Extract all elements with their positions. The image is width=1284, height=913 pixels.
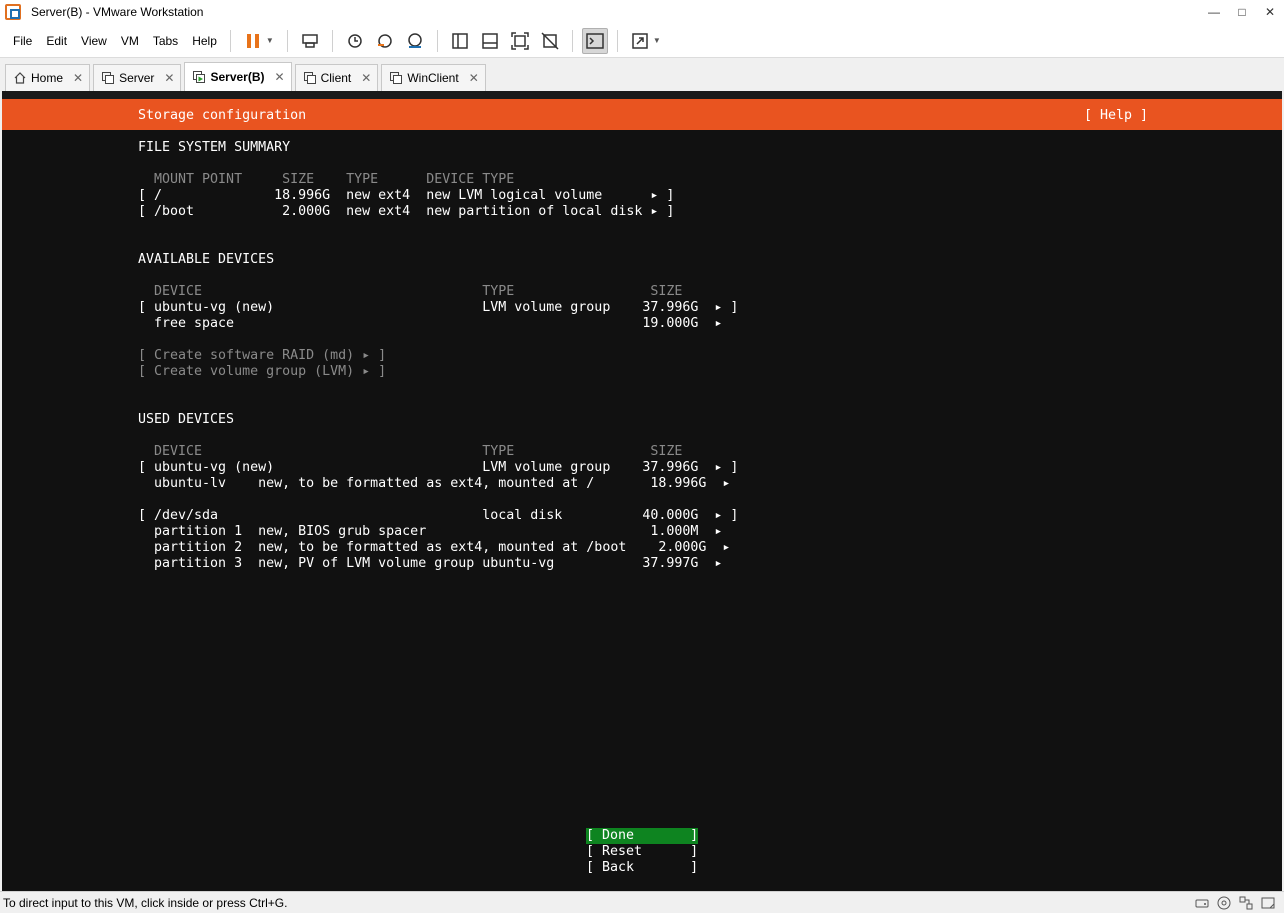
vm-icon [389,71,403,85]
running-vm-icon [192,70,206,84]
window-controls: — □ ✕ [1200,0,1284,24]
power-dropdown-icon[interactable]: ▼ [266,36,276,45]
used-row-ubuntu-lv[interactable]: ubuntu-lv new, to be formatted as ext4, … [138,476,730,492]
fs-summary-columns: MOUNT POINT SIZE TYPE DEVICE TYPE [138,172,515,187]
device-status-icons [1194,895,1276,911]
toolbar-separator [616,29,618,52]
available-row-ubuntu-vg[interactable]: [ ubuntu-vg (new) LVM volume group 37.99… [138,300,738,316]
toolbar-separator [286,29,288,52]
library-view-icon[interactable] [447,28,473,54]
revert-snapshot-icon[interactable] [372,28,398,54]
thumbnail-view-icon[interactable] [477,28,503,54]
toolbar-separator [436,29,438,52]
send-ctrl-alt-del-icon[interactable] [297,28,323,54]
toolbar-separator [331,29,333,52]
used-row-dev-sda[interactable]: [ /dev/sda local disk 40.000G ▸ ] [138,508,738,524]
tab-label: Server [119,71,155,85]
close-icon[interactable]: ✕ [1256,0,1284,24]
create-volume-group-button[interactable]: [ Create volume group (LVM) ▸ ] [138,364,386,380]
done-button[interactable]: [ Done ] [586,828,699,844]
menu-view[interactable]: View [75,34,113,48]
status-bar: To direct input to this VM, click inside… [0,891,1284,913]
vmware-logo-icon [5,4,21,20]
hard-disk-icon[interactable] [1194,895,1210,911]
installer-screen: Storage configuration [ Help ] FILE SYST… [2,99,1282,891]
menu-tabs[interactable]: Tabs [147,34,184,48]
fs-row-boot[interactable]: [ /boot 2.000G new ext4 new partition of… [138,204,674,220]
back-button[interactable]: [ Back ] [586,860,698,876]
available-devices-heading: AVAILABLE DEVICES [138,252,275,267]
used-row-partition-3[interactable]: partition 3 new, PV of LVM volume group … [138,556,722,572]
tab-server-b[interactable]: Server(B) ✕ [184,62,292,91]
fs-row-root[interactable]: [ / 18.996G new ext4 new LVM logical vol… [138,188,674,204]
unity-icon[interactable] [537,28,563,54]
available-row-free-space[interactable]: free space 19.000G ▸ [138,316,722,332]
toolbar-separator [571,29,573,52]
vm-tab-bar: Home ✕ Server ✕ Server(B) ✕ Client ✕ Win… [0,59,1284,91]
console-view-icon[interactable] [581,27,608,54]
home-icon [13,71,27,85]
menu-file[interactable]: File [7,34,38,48]
tab-server[interactable]: Server ✕ [93,64,182,91]
tab-home[interactable]: Home ✕ [5,64,91,91]
vm-console[interactable]: Storage configuration [ Help ] FILE SYST… [2,91,1282,891]
reset-button[interactable]: [ Reset ] [586,844,698,860]
close-tab-icon[interactable]: ✕ [469,71,479,85]
tab-winclient[interactable]: WinClient ✕ [381,64,486,91]
menu-help[interactable]: Help [186,34,223,48]
tab-label: WinClient [407,71,459,85]
full-screen-icon[interactable] [507,28,533,54]
snapshot-icon[interactable] [342,28,368,54]
close-tab-icon[interactable]: ✕ [361,71,371,85]
snapshot-manager-icon[interactable] [402,28,428,54]
menu-toolbar: File Edit View VM Tabs Help ▼ ▼ [0,24,1284,58]
vm-icon [101,71,115,85]
stretch-dropdown-icon[interactable]: ▼ [653,36,663,45]
close-tab-icon[interactable]: ✕ [73,71,83,85]
cd-dvd-icon[interactable] [1216,895,1232,911]
help-button[interactable]: [ Help ] [1084,108,1148,124]
tab-label: Client [320,71,352,85]
close-tab-icon[interactable]: ✕ [275,70,285,84]
used-row-ubuntu-vg[interactable]: [ ubuntu-vg (new) LVM volume group 37.99… [138,460,738,476]
toolbar-separator [229,29,231,52]
network-adapter-icon[interactable] [1238,895,1254,911]
title-bar: Server(B) - VMware Workstation — □ ✕ [0,0,1284,24]
tab-label: Home [31,71,64,85]
available-columns: DEVICE TYPE SIZE [138,284,683,299]
pause-icon[interactable] [240,28,266,54]
message-icon[interactable] [1260,895,1276,911]
vm-icon [303,71,317,85]
tab-client[interactable]: Client ✕ [294,64,379,91]
menu-vm[interactable]: VM [115,34,145,48]
window-title: Server(B) - VMware Workstation [31,5,204,19]
minimize-icon[interactable]: — [1200,0,1228,24]
menu-edit[interactable]: Edit [40,34,73,48]
used-row-partition-1[interactable]: partition 1 new, BIOS grub spacer 1.000M… [138,524,722,540]
maximize-icon[interactable]: □ [1228,0,1256,24]
used-columns: DEVICE TYPE SIZE [138,444,683,459]
used-row-partition-2[interactable]: partition 2 new, to be formatted as ext4… [138,540,730,556]
fs-summary-heading: FILE SYSTEM SUMMARY [138,140,291,155]
close-tab-icon[interactable]: ✕ [164,71,174,85]
tab-label: Server(B) [210,70,265,84]
used-devices-heading: USED DEVICES [138,412,235,427]
installer-title: Storage configuration [138,108,307,123]
status-hint: To direct input to this VM, click inside… [3,895,288,910]
stretch-guest-icon[interactable] [627,28,653,54]
create-raid-button[interactable]: [ Create software RAID (md) ▸ ] [138,348,386,364]
